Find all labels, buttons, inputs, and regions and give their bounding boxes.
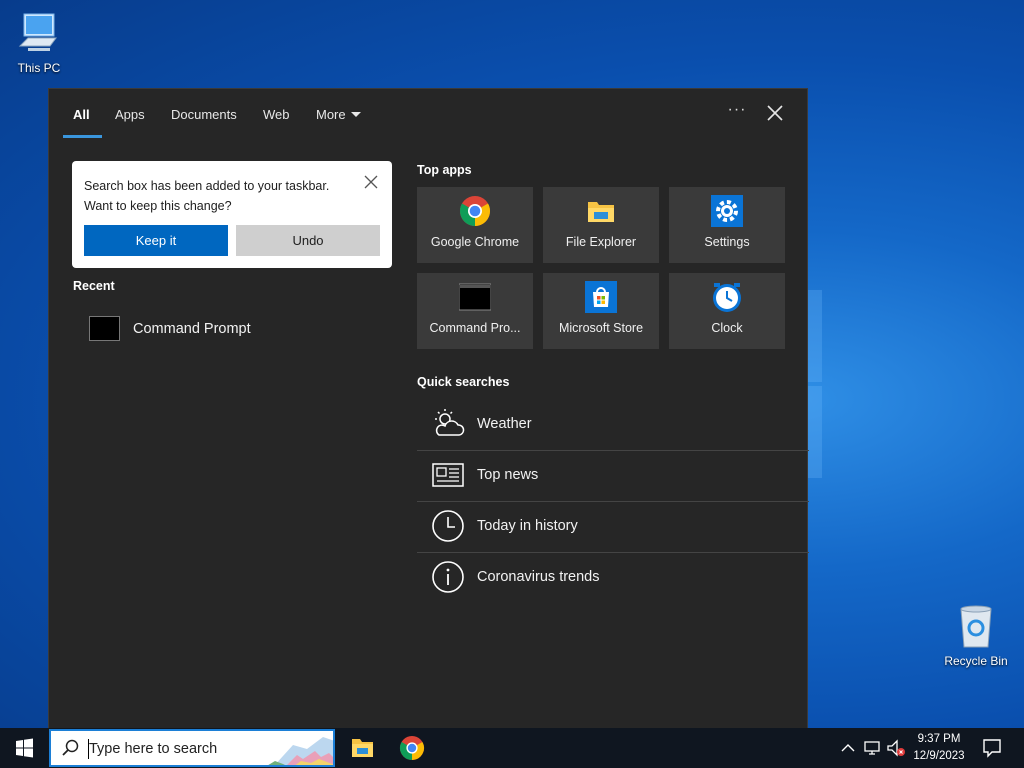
quick-searches-heading: Quick searches — [417, 375, 510, 389]
app-tile-clock[interactable]: Clock — [669, 273, 785, 349]
app-tile-label: File Explorer — [565, 235, 637, 249]
computer-icon — [18, 13, 57, 51]
desktop-icon-label: This PC — [17, 61, 61, 75]
notice-line-1: Search box has been added to your taskba… — [84, 179, 330, 193]
news-icon — [432, 463, 464, 487]
desktop-icon-recycle-bin[interactable]: Recycle Bin — [942, 603, 1010, 668]
tab-more[interactable]: More — [316, 107, 361, 122]
desktop-light-beam — [808, 290, 822, 382]
top-apps-heading: Top apps — [417, 163, 472, 177]
windows-start-icon[interactable] — [0, 728, 48, 768]
app-tile-label: Settings — [704, 235, 750, 249]
taskbar-google-chrome[interactable] — [388, 728, 436, 768]
tab-apps[interactable]: Apps — [115, 107, 145, 122]
store-icon — [585, 281, 617, 313]
taskbar-clock[interactable]: 9:37 PM 12/9/2023 — [906, 731, 972, 765]
tab-web[interactable]: Web — [263, 107, 290, 122]
tab-all[interactable]: All — [73, 107, 90, 122]
search-icon — [62, 739, 79, 756]
keep-it-button[interactable]: Keep it — [84, 225, 228, 256]
taskbar-search-box[interactable]: Type here to search — [49, 729, 335, 767]
recycle-bin-icon — [960, 605, 992, 648]
app-tile-label: Google Chrome — [430, 235, 520, 249]
close-icon[interactable] — [765, 103, 785, 123]
desktop-icon-label: Recycle Bin — [944, 654, 1008, 668]
quick-search-label: Coronavirus trends — [477, 569, 600, 585]
tab-more-label: More — [316, 107, 346, 122]
clock-time: 9:37 PM — [917, 733, 961, 745]
notice-close-icon[interactable] — [362, 173, 380, 191]
notice-message: Search box has been added to your taskba… — [84, 176, 344, 216]
app-tile-label: Microsoft Store — [558, 321, 644, 335]
search-tabs: All Apps Documents Web More ··· — [49, 89, 807, 139]
info-icon — [432, 561, 464, 593]
clock-icon — [713, 283, 741, 312]
clock-date: 12/9/2023 — [913, 750, 965, 762]
desktop-icon-this-pc[interactable]: This PC — [7, 10, 71, 75]
search-placeholder: Type here to search — [89, 741, 218, 757]
quick-search-top-news[interactable]: Top news — [417, 450, 809, 501]
quick-search-label: Today in history — [477, 518, 578, 534]
file-explorer-icon — [588, 202, 614, 222]
app-tile-command-prompt[interactable]: Command Pro... — [417, 273, 533, 349]
app-tile-file-explorer[interactable]: File Explorer — [543, 187, 659, 263]
taskbar-change-notice: Search box has been added to your taskba… — [72, 161, 392, 268]
undo-button[interactable]: Undo — [236, 225, 380, 256]
taskbar-file-explorer[interactable] — [338, 728, 386, 768]
quick-search-label: Top news — [477, 467, 539, 483]
search-panel: All Apps Documents Web More ··· Search b… — [48, 88, 809, 729]
command-prompt-icon — [459, 283, 491, 311]
app-tile-label: Command Pro... — [429, 321, 521, 335]
chevron-down-icon — [350, 112, 361, 117]
recent-item-command-prompt[interactable]: Command Prompt — [73, 311, 393, 347]
app-tile-microsoft-store[interactable]: Microsoft Store — [543, 273, 659, 349]
command-prompt-icon — [89, 316, 120, 341]
chrome-icon — [459, 196, 491, 226]
quick-search-coronavirus-trends[interactable]: Coronavirus trends — [417, 552, 809, 603]
action-center-notification-icon[interactable] — [980, 736, 1004, 760]
recent-heading: Recent — [73, 279, 115, 293]
tab-documents[interactable]: Documents — [171, 107, 237, 122]
desktop-light-beam — [808, 386, 822, 478]
recent-item-label: Command Prompt — [133, 321, 251, 337]
show-hidden-icons-chevron-icon[interactable] — [838, 738, 858, 758]
file-explorer-icon — [352, 739, 373, 757]
app-tile-settings[interactable]: Settings — [669, 187, 785, 263]
notice-line-2: Want to keep this change? — [84, 199, 232, 213]
taskbar: Type here to search 9:37 PM 12/9/2023 — [0, 728, 1024, 768]
selected-tab-indicator — [63, 135, 102, 138]
quick-search-today-in-history[interactable]: Today in history — [417, 501, 809, 552]
app-tile-label: Clock — [711, 321, 743, 335]
search-highlight-illustration — [268, 737, 333, 765]
chrome-icon — [399, 736, 425, 760]
volume-muted-icon[interactable] — [886, 738, 906, 758]
quick-search-weather[interactable]: Weather — [417, 399, 809, 450]
app-tile-google-chrome[interactable]: Google Chrome — [417, 187, 533, 263]
quick-search-label: Weather — [477, 416, 532, 432]
weather-icon — [435, 409, 465, 436]
settings-gear-icon — [711, 195, 743, 227]
history-clock-icon — [432, 510, 464, 542]
network-icon[interactable] — [862, 738, 882, 758]
ellipsis-icon[interactable]: ··· — [725, 101, 749, 125]
